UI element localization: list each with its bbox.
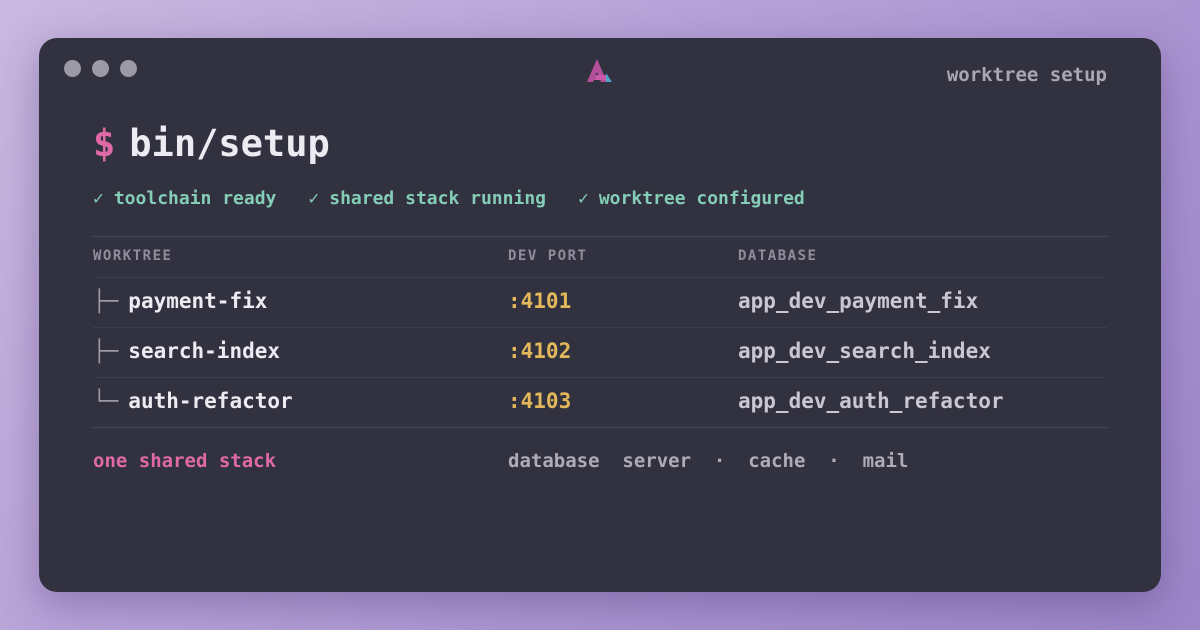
- tree-branch-icon: ├─: [93, 339, 119, 363]
- tree-branch-icon: ├─: [93, 289, 119, 313]
- checkmark-icon: ✓: [93, 188, 104, 209]
- worktree-name: auth-refactor: [128, 389, 293, 413]
- divider: [93, 236, 1107, 237]
- table-row: ├─ search-index :4102 app_dev_search_inde…: [93, 327, 1107, 377]
- command-line: $ bin/setup: [93, 122, 330, 165]
- checkmark-icon: ✓: [578, 188, 589, 209]
- shared-stack-label: one shared stack: [93, 450, 277, 472]
- dev-port-cell: :4103: [508, 389, 572, 413]
- column-header-database: DATABASE: [738, 248, 818, 264]
- worktree-name: search-index: [128, 339, 281, 363]
- dev-port-cell: :4102: [508, 339, 572, 363]
- status-checks: ✓ toolchain ready ✓ shared stack running…: [93, 188, 805, 209]
- check-label: worktree configured: [598, 188, 805, 209]
- checkmark-icon: ✓: [308, 188, 320, 209]
- table-row: └─ auth-refactor :4103 app_dev_auth_refac…: [93, 377, 1107, 427]
- services-list: database server · cache · mail: [508, 450, 909, 472]
- check-label: toolchain ready: [113, 188, 277, 209]
- database-cell: app_dev_auth_refactor: [738, 389, 1004, 413]
- dev-port-cell: :4101: [508, 289, 572, 313]
- worktree-cell: ├─ search-index: [93, 339, 280, 363]
- worktree-name: payment-fix: [128, 289, 268, 313]
- command-text: bin/setup: [129, 122, 330, 165]
- column-header-worktree: WORKTREE: [93, 248, 173, 264]
- check-item: ✓ worktree configured: [578, 188, 805, 209]
- terminal-window: worktree setup $ bin/setup ✓ toolchain r…: [39, 38, 1161, 592]
- window-controls: [64, 60, 137, 77]
- window-title: worktree setup: [946, 64, 1107, 86]
- check-item: ✓ shared stack running: [308, 188, 546, 209]
- app-logo-icon: [587, 59, 612, 82]
- maximize-window-dot[interactable]: [120, 60, 137, 77]
- column-header-dev-port: DEV PORT: [508, 248, 588, 264]
- table-row: ├─ payment-fix :4101 app_dev_payment_fix: [93, 277, 1107, 327]
- worktree-cell: └─ auth-refactor: [93, 389, 293, 413]
- tree-branch-icon: └─: [93, 389, 119, 413]
- check-label: shared stack running: [329, 188, 546, 209]
- worktree-cell: ├─ payment-fix: [93, 289, 267, 313]
- database-cell: app_dev_search_index: [738, 339, 991, 363]
- close-window-dot[interactable]: [64, 60, 81, 77]
- divider: [93, 427, 1107, 428]
- prompt-symbol: $: [93, 122, 116, 165]
- minimize-window-dot[interactable]: [92, 60, 109, 77]
- check-item: ✓ toolchain ready: [93, 188, 276, 209]
- database-cell: app_dev_payment_fix: [738, 289, 979, 313]
